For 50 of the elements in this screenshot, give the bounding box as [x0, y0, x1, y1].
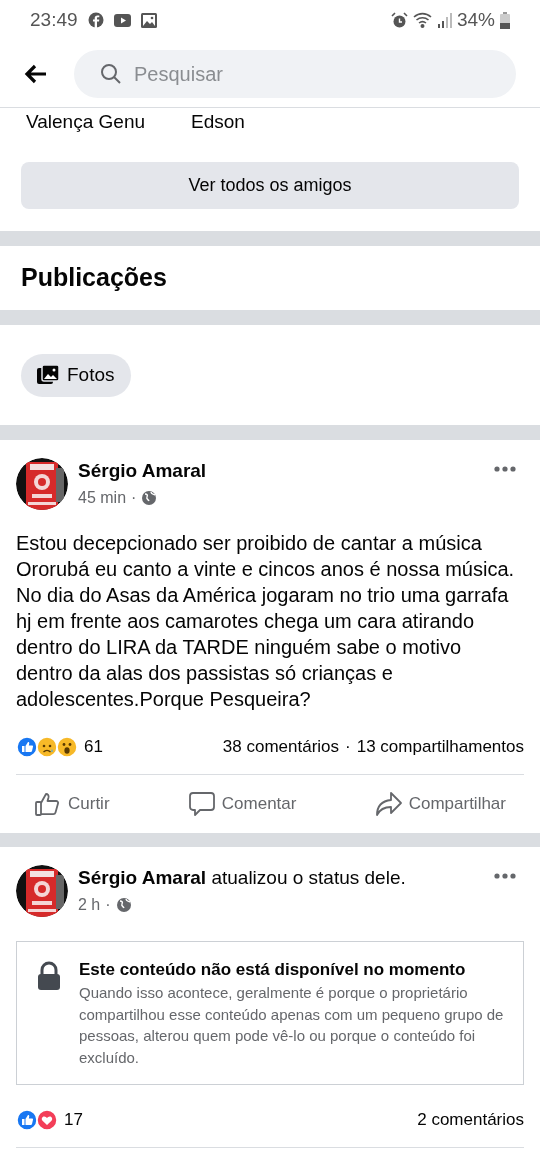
comment-count[interactable]: 2 comentários	[417, 1107, 524, 1133]
notice-body: Quando isso acontece, geralmente é porque o proprietário compartilhou esse conteúdo apenas com um pequeno grupo de pessoas, alterou quem pode vê-lo ou porque o conteúdo foi excluído.	[79, 983, 505, 1068]
search-icon	[100, 62, 122, 85]
friend-name[interactable]: Edson	[191, 107, 245, 137]
globe-icon	[115, 897, 132, 913]
share-count[interactable]: 13 compartilhamentos	[356, 734, 524, 760]
thumbs-up-icon	[34, 790, 62, 818]
like-reaction-icon	[16, 736, 38, 758]
like-button[interactable]: Curtir	[34, 790, 110, 818]
separator-dot: ·	[131, 488, 137, 508]
status-time: 23:49	[30, 7, 78, 32]
comment-icon	[187, 790, 216, 818]
post-time: 2 h	[78, 895, 101, 915]
more-icon[interactable]	[494, 873, 516, 879]
lock-icon	[37, 961, 61, 991]
reaction-count[interactable]: 17	[64, 1107, 83, 1133]
app-notification-icon	[87, 12, 104, 28]
friend-name[interactable]: Valença Genu	[21, 107, 191, 137]
like-reaction-icon	[16, 1109, 38, 1131]
love-reaction-icon	[36, 1109, 58, 1131]
comment-count[interactable]: 38 comentários	[222, 734, 340, 760]
image-notification-icon	[140, 12, 157, 28]
share-button[interactable]: Compartilhar	[374, 790, 506, 818]
post-time: 45 min	[78, 488, 127, 508]
separator-dot: ·	[345, 736, 351, 759]
search-input[interactable]: Pesquisar	[134, 58, 490, 89]
share-icon	[374, 790, 403, 818]
comment-button[interactable]: Comentar	[187, 790, 297, 818]
more-icon[interactable]	[494, 466, 516, 472]
post-author-line: Sérgio Amaral atualizou o status dele.	[78, 866, 407, 890]
wow-reaction-icon	[56, 736, 78, 758]
search-field[interactable]: Pesquisar	[74, 49, 516, 98]
separator-dot: ·	[105, 895, 111, 915]
post-author-line: Sérgio Amaral	[78, 459, 208, 483]
battery-percent: 34%	[456, 7, 495, 32]
video-notification-icon	[113, 13, 131, 27]
sad-reaction-icon	[36, 736, 58, 758]
reaction-count[interactable]: 61	[84, 734, 103, 760]
signal-icon	[437, 12, 452, 28]
notice-title: Este conteúdo não está disponível no momento	[79, 959, 467, 981]
battery-icon	[500, 11, 510, 29]
photos-icon	[37, 365, 59, 385]
globe-icon	[141, 490, 158, 506]
back-arrow-icon[interactable]	[24, 63, 48, 84]
photos-chip[interactable]: Fotos	[21, 353, 131, 397]
wifi-icon	[412, 12, 433, 28]
post-text: Estou decepcionado ser proibido de cantar a música Ororubá eu canto a vinte e cincos anos é nossa música. No dia do Asas da América jogaram no trio uma garrafa hj em frente aos camarotes chega um cara atirando dentro do LIRA da TARDE ninguém sabe o motivo dentro da alas dos passistas só crianças e adolescentes.Porque Pesqueira?	[16, 531, 516, 712]
see-all-friends-button[interactable]: Ver todos os amigos	[21, 162, 519, 209]
alarm-icon	[390, 11, 408, 29]
section-title: Publicações	[21, 262, 167, 294]
